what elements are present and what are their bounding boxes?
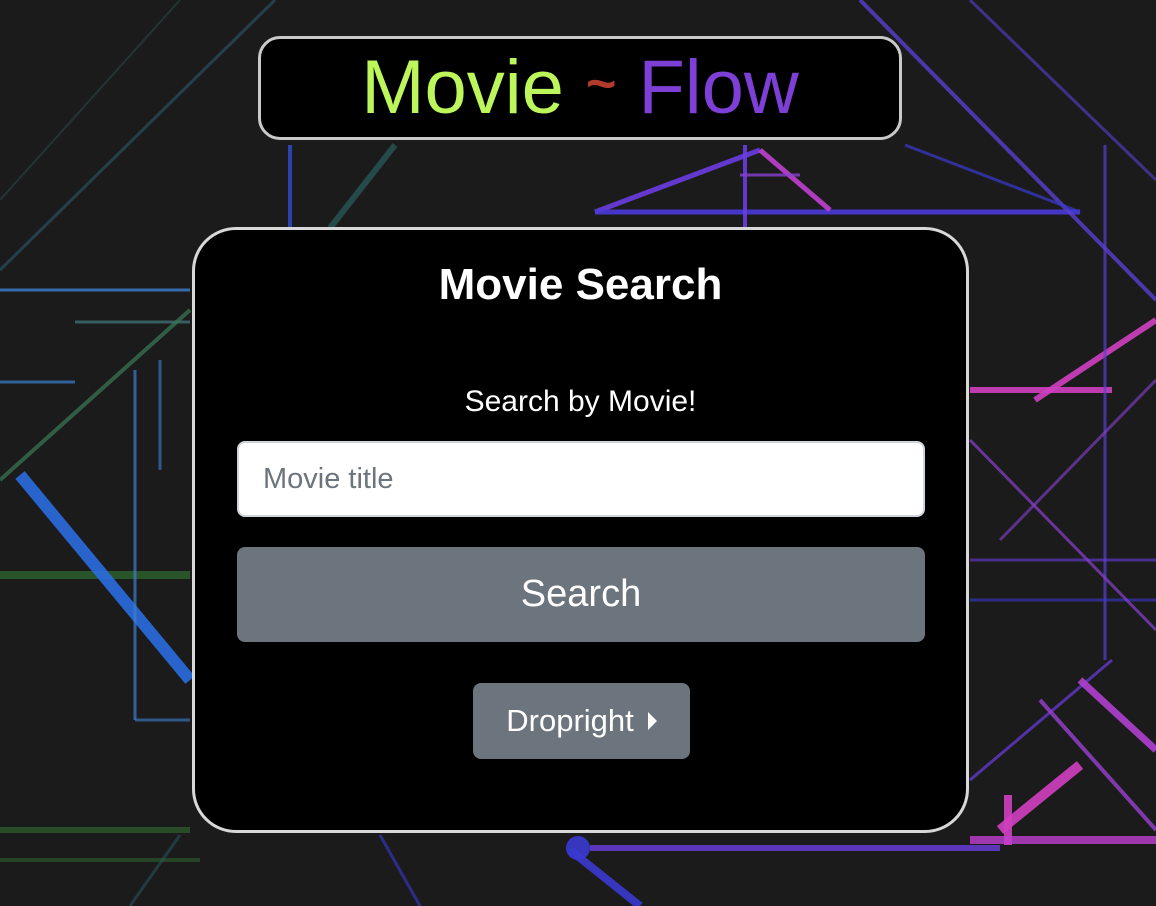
search-label: Search by Movie! (464, 385, 697, 418)
caret-right-icon (647, 712, 657, 730)
search-button[interactable]: Search (237, 547, 925, 642)
dropright-button[interactable]: Dropright (473, 683, 690, 759)
app-title-separator: ~ (585, 55, 617, 113)
dropright-label: Dropright (506, 703, 634, 738)
app-title: Movie ~ Flow (258, 36, 902, 140)
app-title-flow: Flow (638, 45, 799, 130)
movie-title-input[interactable] (237, 441, 925, 517)
card-heading: Movie Search (438, 260, 723, 309)
app-title-movie: Movie (361, 45, 564, 130)
movie-search-card: Movie Search Search by Movie! Search Dro… (192, 227, 969, 833)
